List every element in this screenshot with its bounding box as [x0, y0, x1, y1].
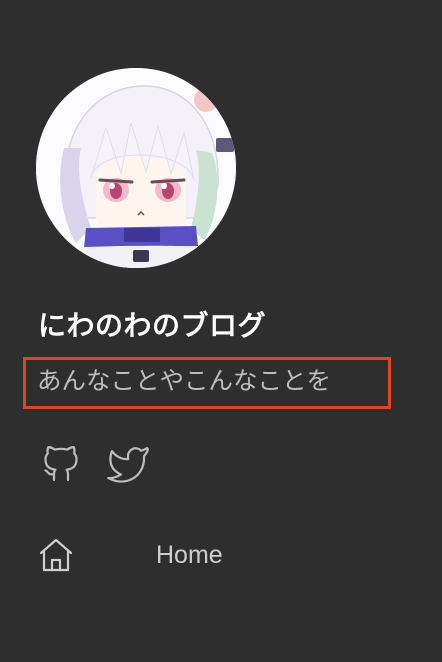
twitter-icon[interactable]	[106, 440, 150, 484]
home-icon	[36, 535, 76, 575]
blog-title[interactable]: にわのわのブログ	[38, 306, 266, 346]
profile-avatar	[36, 68, 236, 268]
nav-item-home-label: Home	[156, 541, 223, 569]
blog-tagline: あんなことやこんなことを	[37, 366, 331, 395]
nav-item-home[interactable]: Home	[36, 530, 296, 580]
github-icon[interactable]	[38, 440, 82, 484]
